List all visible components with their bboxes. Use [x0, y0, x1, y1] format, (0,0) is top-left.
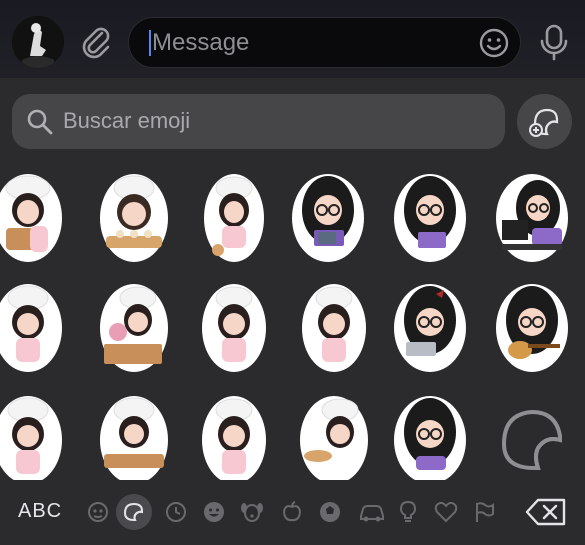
flag-icon[interactable] [466, 494, 502, 530]
sticker-glasses-girl[interactable] [392, 392, 468, 488]
sticker-chef-baking[interactable] [96, 170, 172, 266]
emoji-icon[interactable] [478, 27, 510, 59]
sticker-chef-sad[interactable] [296, 280, 372, 376]
smiley-icon[interactable] [196, 494, 232, 530]
clock-icon[interactable] [158, 494, 194, 530]
recent-people-icon[interactable] [80, 494, 116, 530]
add-sticker-button[interactable] [517, 94, 572, 149]
sticker-desktop-girl[interactable] [494, 170, 570, 266]
backspace-icon[interactable] [524, 496, 568, 528]
message-placeholder: Message [152, 29, 250, 56]
sticker-laptop-wink[interactable] [392, 170, 468, 266]
emoji-search-field[interactable]: Buscar emoji [12, 94, 505, 149]
sticker-chef-angry[interactable] [196, 280, 272, 376]
symbols-heart-icon[interactable] [428, 494, 464, 530]
stickers-category-icon[interactable] [116, 494, 152, 530]
sticker-chef-cheer[interactable] [0, 280, 66, 376]
objects-lightbulb-icon[interactable] [390, 494, 426, 530]
sticker-chef-decorating[interactable] [196, 170, 272, 266]
abc-button[interactable]: ABC [18, 500, 62, 523]
activity-icon[interactable] [312, 494, 348, 530]
microphone-icon[interactable] [536, 22, 572, 62]
sticker-chef-cake[interactable] [0, 170, 66, 266]
avatar[interactable] [12, 16, 64, 68]
paperclip-icon[interactable] [78, 24, 114, 60]
composer-bar: Message [0, 0, 585, 78]
sticker-grid [0, 170, 585, 484]
sticker-chef-table[interactable] [96, 392, 172, 488]
sticker-chef-mixer[interactable] [96, 280, 172, 376]
sticker-laptop-bow[interactable] [392, 280, 468, 376]
keyboard-category-bar: ABC [0, 480, 585, 545]
sticker-outline-icon[interactable] [494, 392, 570, 488]
sticker-guitar-girl[interactable] [494, 280, 570, 376]
search-icon [27, 109, 53, 135]
sticker-chef-standing[interactable] [196, 392, 272, 488]
emoji-search-placeholder: Buscar emoji [63, 108, 191, 133]
text-caret [149, 30, 151, 56]
add-sticker-icon [529, 108, 559, 137]
sticker-chef-spoon[interactable] [0, 392, 66, 488]
avatar-image [12, 16, 64, 68]
travel-car-icon[interactable] [352, 494, 388, 530]
sticker-chef-cupcakes[interactable] [296, 392, 372, 488]
animal-icon[interactable] [234, 494, 270, 530]
message-input[interactable]: Message [128, 17, 521, 68]
sticker-laptop-girl[interactable] [290, 170, 366, 266]
food-icon[interactable] [274, 494, 310, 530]
